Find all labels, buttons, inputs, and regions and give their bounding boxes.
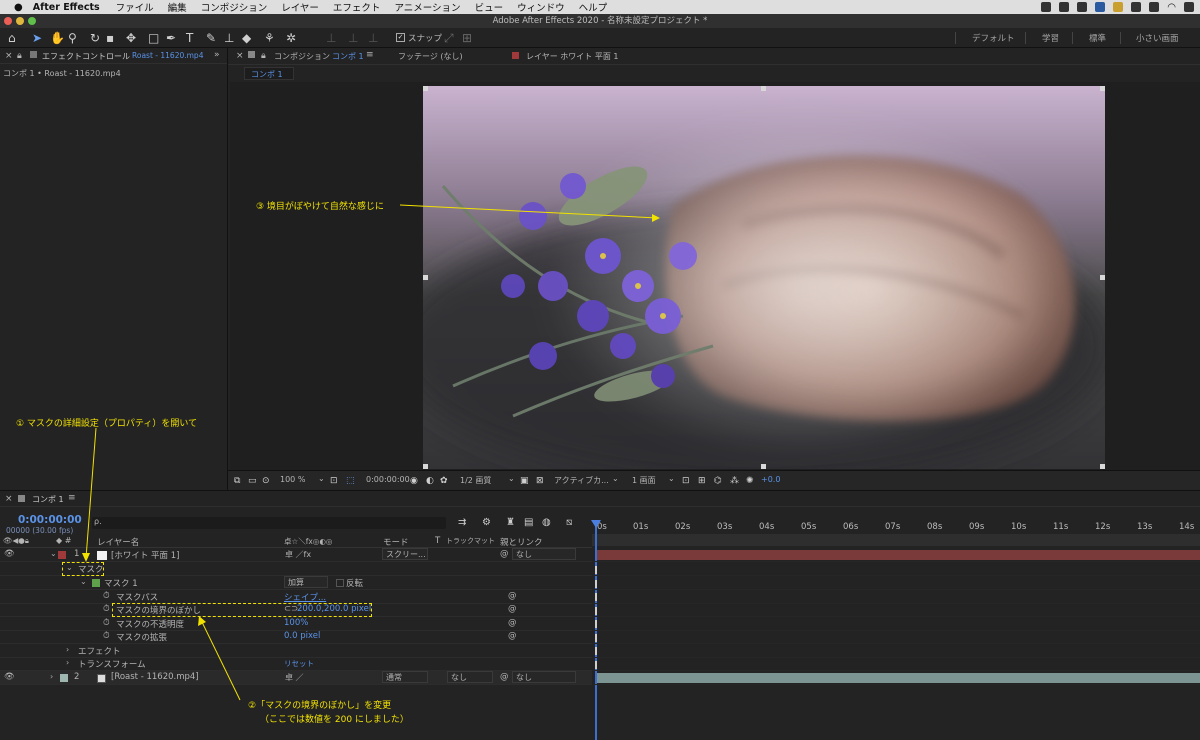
annotation-arrowhead-3 [652, 214, 660, 222]
annotation-arrow-2 [200, 619, 241, 701]
annotation-arrow-3 [399, 204, 659, 219]
annotation-arrow-1 [85, 427, 97, 559]
annotation-box-feather [112, 603, 372, 617]
annotation-arrowhead-2 [198, 616, 206, 626]
annotation-1: ① マスクの詳細設定（プロパティ）を開いて [16, 419, 198, 429]
annotation-arrowhead-1 [82, 553, 90, 562]
annotation-box-mask [62, 562, 104, 576]
annotation-2-line1: ②「マスクの境界のぼかし」を変更 [248, 701, 392, 711]
annotation-3: ③ 境目がぼやけて自然な感じに [256, 202, 384, 212]
annotation-2-line2: （ここでは数値を 200 にしました） [260, 715, 409, 725]
annotation-arrows [82, 204, 660, 701]
